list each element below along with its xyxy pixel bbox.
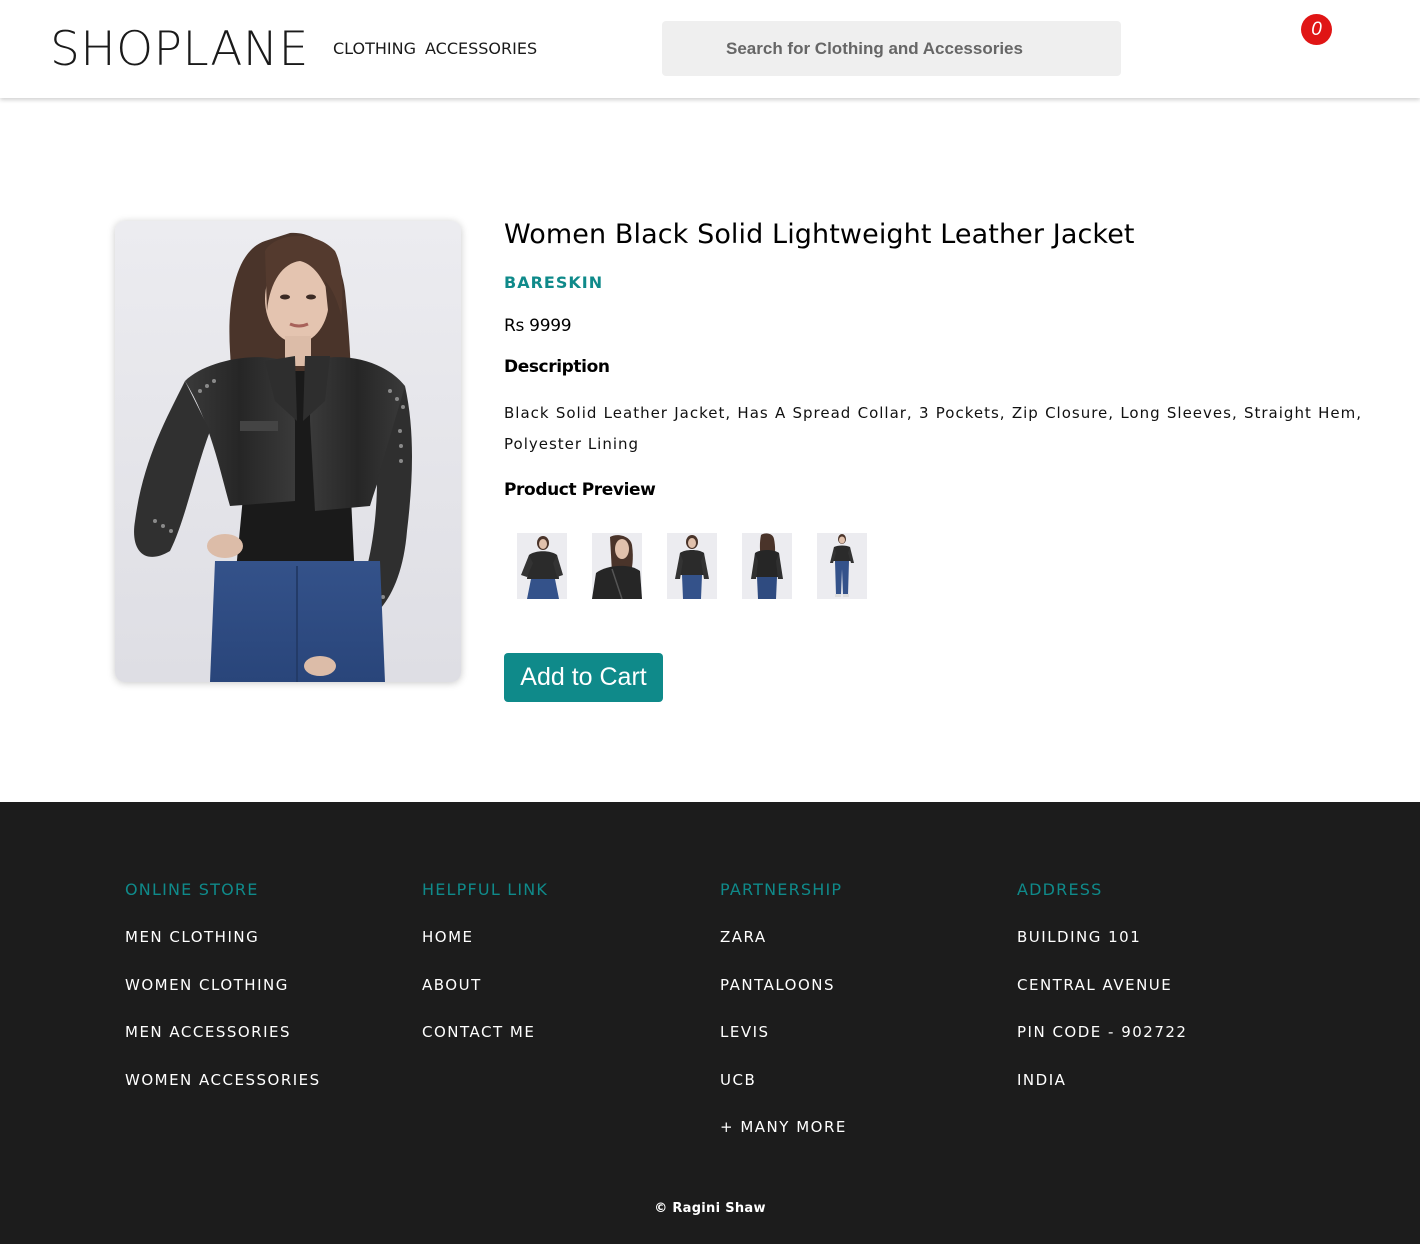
footer-address-line: BUILDING 101 [1017, 928, 1142, 946]
footer-heading: ONLINE STORE [125, 880, 259, 899]
product-price: Rs 9999 [504, 316, 572, 336]
footer-copyright: © Ragini Shaw [654, 1201, 766, 1216]
footer-link-men-clothing[interactable]: MEN CLOTHING [125, 926, 321, 948]
product-main-image [115, 221, 461, 682]
footer-link-contact[interactable]: CONTACT ME [422, 1021, 548, 1043]
footer-partner-item: ZARA [720, 928, 767, 946]
footer-link-women-accessories[interactable]: WOMEN ACCESSORIES [125, 1069, 321, 1091]
product-preview-heading: Product Preview [504, 480, 656, 500]
footer-heading: ADDRESS [1017, 880, 1103, 899]
footer-column-online-store: ONLINE STORE MEN CLOTHING WOMEN CLOTHING… [125, 879, 321, 1116]
cart-count-badge: 0 [1301, 14, 1332, 45]
footer-column-partnership: PARTNERSHIP ZARA PANTALOONS LEVIS UCB + … [720, 879, 847, 1164]
footer-partner-item: LEVIS [720, 1023, 770, 1041]
description-heading: Description [504, 357, 610, 377]
footer-partner-item: PANTALOONS [720, 975, 836, 994]
footer-column-address: ADDRESS BUILDING 101 CENTRAL AVENUE PIN … [1017, 879, 1187, 1116]
footer-partner-item: UCB [720, 1070, 757, 1089]
preview-thumbnail-1[interactable] [517, 533, 567, 599]
footer-link-home[interactable]: HOME [422, 926, 548, 948]
product-brand: BARESKIN [504, 273, 604, 292]
preview-thumbnail-4[interactable] [742, 533, 792, 599]
preview-thumbnail-3[interactable] [667, 533, 717, 599]
preview-thumbnail-2[interactable] [592, 533, 642, 599]
footer-heading: PARTNERSHIP [720, 880, 843, 899]
footer-address-line: PIN CODE - 902722 [1017, 1023, 1188, 1041]
footer-link-about[interactable]: ABOUT [422, 974, 548, 996]
search-input[interactable] [662, 21, 1121, 76]
footer-link-women-clothing[interactable]: WOMEN CLOTHING [125, 974, 321, 996]
preview-thumbnail-5[interactable] [817, 533, 867, 599]
product-title: Women Black Solid Lightweight Leather Ja… [504, 219, 1135, 250]
footer-partner-item: + MANY MORE [720, 1118, 847, 1136]
nav-clothing-link[interactable]: CLOTHING [333, 39, 416, 59]
footer-address-line: CENTRAL AVENUE [1017, 975, 1173, 994]
nav-accessories-link[interactable]: ACCESSORIES [425, 39, 537, 59]
add-to-cart-button[interactable]: Add to Cart [504, 653, 663, 702]
cart-button[interactable]: 0 [1288, 10, 1338, 50]
footer-column-helpful-link: HELPFUL LINK HOME ABOUT CONTACT ME [422, 879, 548, 1069]
product-description: Black Solid Leather Jacket, Has A Spread… [504, 404, 1362, 453]
footer-link-men-accessories[interactable]: MEN ACCESSORIES [125, 1021, 321, 1043]
site-footer: ONLINE STORE MEN CLOTHING WOMEN CLOTHING… [0, 802, 1420, 1244]
site-logo[interactable]: SHOPLANE [50, 22, 309, 78]
top-header: SHOPLANE CLOTHING ACCESSORIES 0 [0, 0, 1420, 98]
footer-address-line: INDIA [1017, 1070, 1067, 1089]
footer-heading: HELPFUL LINK [422, 880, 549, 899]
